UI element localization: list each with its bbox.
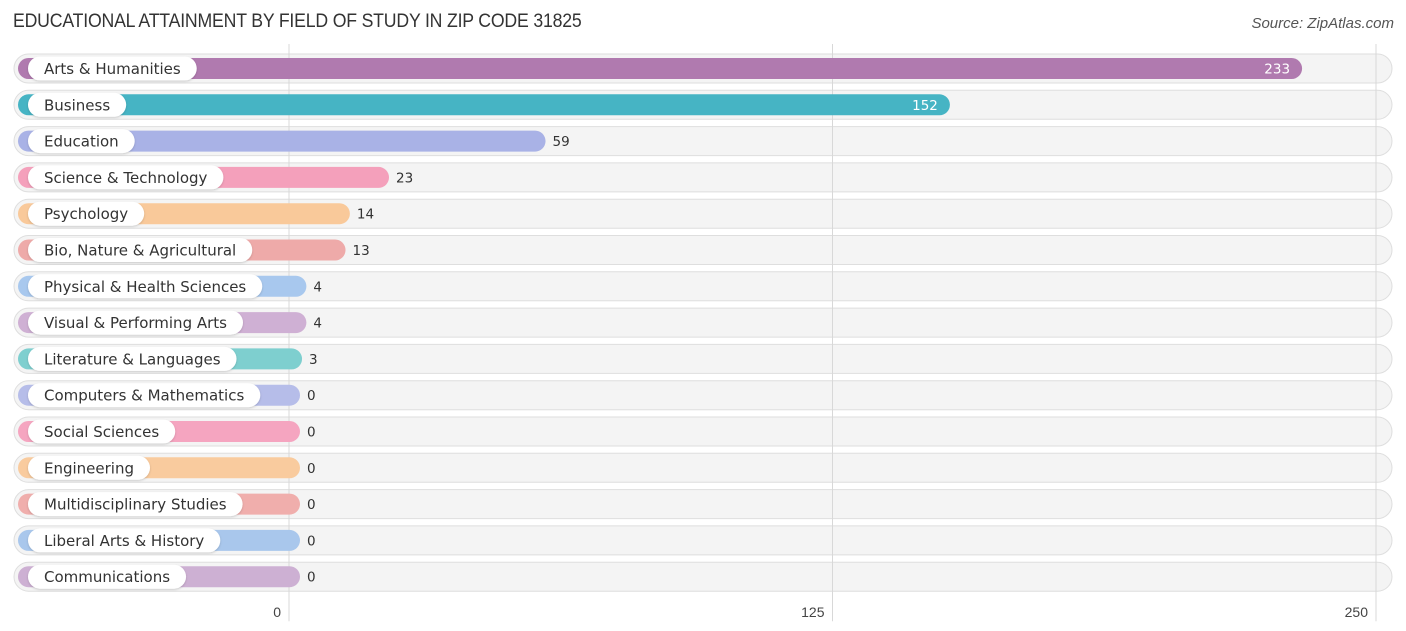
- category-label: Social Sciences: [44, 423, 159, 441]
- bar: [18, 58, 1303, 79]
- value-label: 0: [307, 461, 316, 477]
- value-label: 0: [307, 497, 316, 513]
- bar: [18, 94, 950, 116]
- value-label: 4: [313, 279, 322, 295]
- bar-group: Arts & Humanities 233: [18, 56, 1303, 81]
- bar-group: Liberal Arts & History 0: [18, 528, 316, 553]
- category-label: Liberal Arts & History: [44, 532, 204, 550]
- category-label: Psychology: [44, 205, 128, 223]
- value-label: 0: [307, 570, 316, 586]
- category-label: Science & Technology: [44, 169, 208, 187]
- bar-group: Business 152: [18, 92, 950, 117]
- x-axis-ticks: 0 125 250: [273, 604, 1368, 620]
- value-label: 13: [353, 243, 370, 259]
- bar-group: Social Sciences 0: [18, 419, 316, 444]
- category-label: Computers & Mathematics: [44, 387, 244, 405]
- category-label: Arts & Humanities: [44, 60, 181, 78]
- bar-group: Physical & Health Sciences 4: [18, 274, 322, 299]
- category-label: Bio, Nature & Agricultural: [44, 242, 236, 260]
- value-label: 152: [912, 98, 938, 114]
- value-label: 59: [553, 134, 570, 150]
- bar-chart: Arts & Humanities 233Business 152Education…: [13, 44, 1393, 622]
- value-label: 14: [357, 207, 374, 223]
- category-label: Multidisciplinary Studies: [44, 496, 227, 514]
- category-label: Visual & Performing Arts: [44, 314, 227, 332]
- category-label: Engineering: [44, 459, 134, 477]
- bar-group: Science & Technology 23: [18, 165, 413, 190]
- category-label: Education: [44, 133, 119, 151]
- value-label: 0: [307, 425, 316, 441]
- bar-group: Education 59: [18, 129, 570, 154]
- category-label: Physical & Health Sciences: [44, 278, 246, 296]
- bar-group: Computers & Mathematics 0: [18, 383, 316, 408]
- category-label: Communications: [44, 568, 170, 586]
- x-tick-label: 0: [273, 604, 281, 620]
- value-label: 233: [1264, 62, 1290, 78]
- value-label: 3: [309, 352, 318, 368]
- category-label: Literature & Languages: [44, 350, 221, 368]
- x-tick-label: 250: [1345, 604, 1369, 620]
- value-label: 0: [307, 533, 316, 549]
- x-tick-label: 125: [801, 604, 825, 620]
- bar-group: Psychology 14: [18, 201, 374, 226]
- value-label: 4: [313, 316, 322, 332]
- category-label: Business: [44, 96, 110, 114]
- bar-group: Visual & Performing Arts 4: [18, 310, 322, 335]
- value-label: 0: [307, 388, 316, 404]
- bar-group: Multidisciplinary Studies 0: [18, 492, 316, 517]
- bar-group: Literature & Languages 3: [18, 346, 318, 371]
- value-label: 23: [396, 170, 413, 186]
- bar-group: Bio, Nature & Agricultural 13: [18, 238, 370, 262]
- bar-group: Engineering 0: [18, 455, 316, 480]
- bar-group: Communications 0: [18, 564, 316, 589]
